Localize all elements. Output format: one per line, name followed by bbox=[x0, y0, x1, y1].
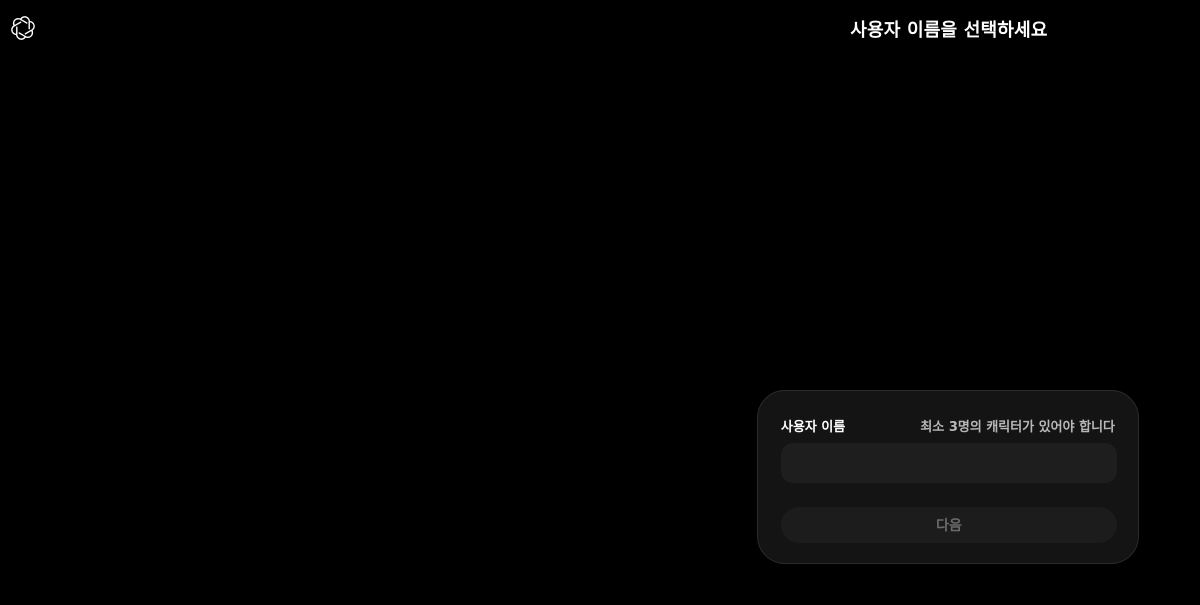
username-field-header: 사용자 이름 최소 3명의 캐릭터가 있어야 합니다 bbox=[781, 416, 1115, 435]
username-hint: 최소 3명의 캐릭터가 있어야 합니다 bbox=[920, 420, 1115, 435]
next-button[interactable]: 다음 bbox=[781, 507, 1117, 543]
page-title: 사용자 이름을 선택하세요 bbox=[850, 20, 1048, 41]
username-page: 사용자 이름을 선택하세요 사용자 이름 최소 3명의 캐릭터가 있어야 합니다… bbox=[0, 0, 1200, 605]
username-input[interactable] bbox=[781, 443, 1117, 483]
username-form-card: 사용자 이름 최소 3명의 캐릭터가 있어야 합니다 다음 bbox=[757, 390, 1139, 564]
username-label: 사용자 이름 bbox=[781, 420, 846, 435]
openai-logo-icon[interactable] bbox=[11, 16, 35, 40]
